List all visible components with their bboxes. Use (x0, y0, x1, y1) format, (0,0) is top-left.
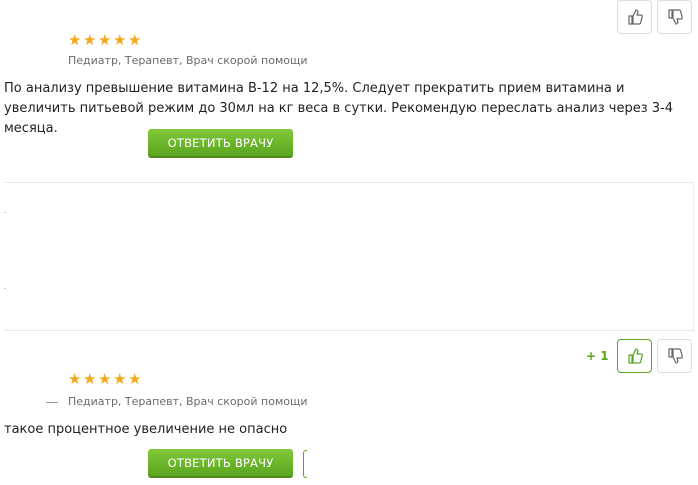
dislike-button[interactable] (657, 0, 692, 34)
doctor-specialization: Педиатр, Терапевт, Врач скорой помощи (68, 54, 308, 67)
rating-stars: ★ ★ ★ ★ ★ (68, 370, 142, 388)
star-icon: ★ (83, 370, 97, 388)
rating-stars: ★ ★ ★ ★ ★ (68, 31, 142, 49)
star-icon: ★ (68, 370, 82, 388)
empty-embed-block (4, 182, 694, 332)
thumbs-up-icon (627, 348, 643, 364)
reply-to-doctor-button[interactable]: Ответить врачу (148, 449, 293, 478)
star-icon: ★ (68, 31, 82, 49)
like-button[interactable] (617, 339, 652, 373)
thumbs-down-icon (667, 348, 683, 364)
star-icon: ★ (98, 31, 112, 49)
thumbs-down-icon (667, 9, 683, 25)
star-icon: ★ (113, 31, 127, 49)
vote-score: + 1 (586, 349, 609, 363)
like-button[interactable] (617, 0, 652, 34)
star-icon: ★ (113, 370, 127, 388)
author-name-placeholder (46, 402, 58, 403)
answer-text: По анализу превышение витамина В-12 на 1… (4, 81, 673, 136)
divider (4, 330, 694, 331)
star-icon: ★ (98, 370, 112, 388)
star-icon: ★ (128, 370, 142, 388)
answer-text: такое процентное увеличение не опасно (4, 422, 288, 437)
star-icon: ★ (128, 31, 142, 49)
thumbs-up-icon (627, 9, 643, 25)
reply-to-doctor-button[interactable]: Ответить врачу (148, 129, 293, 158)
doctor-specialization: Педиатр, Терапевт, Врач скорой помощи (68, 395, 308, 408)
secondary-button-edge[interactable] (303, 450, 307, 478)
dislike-button[interactable] (657, 339, 692, 373)
star-icon: ★ (83, 31, 97, 49)
